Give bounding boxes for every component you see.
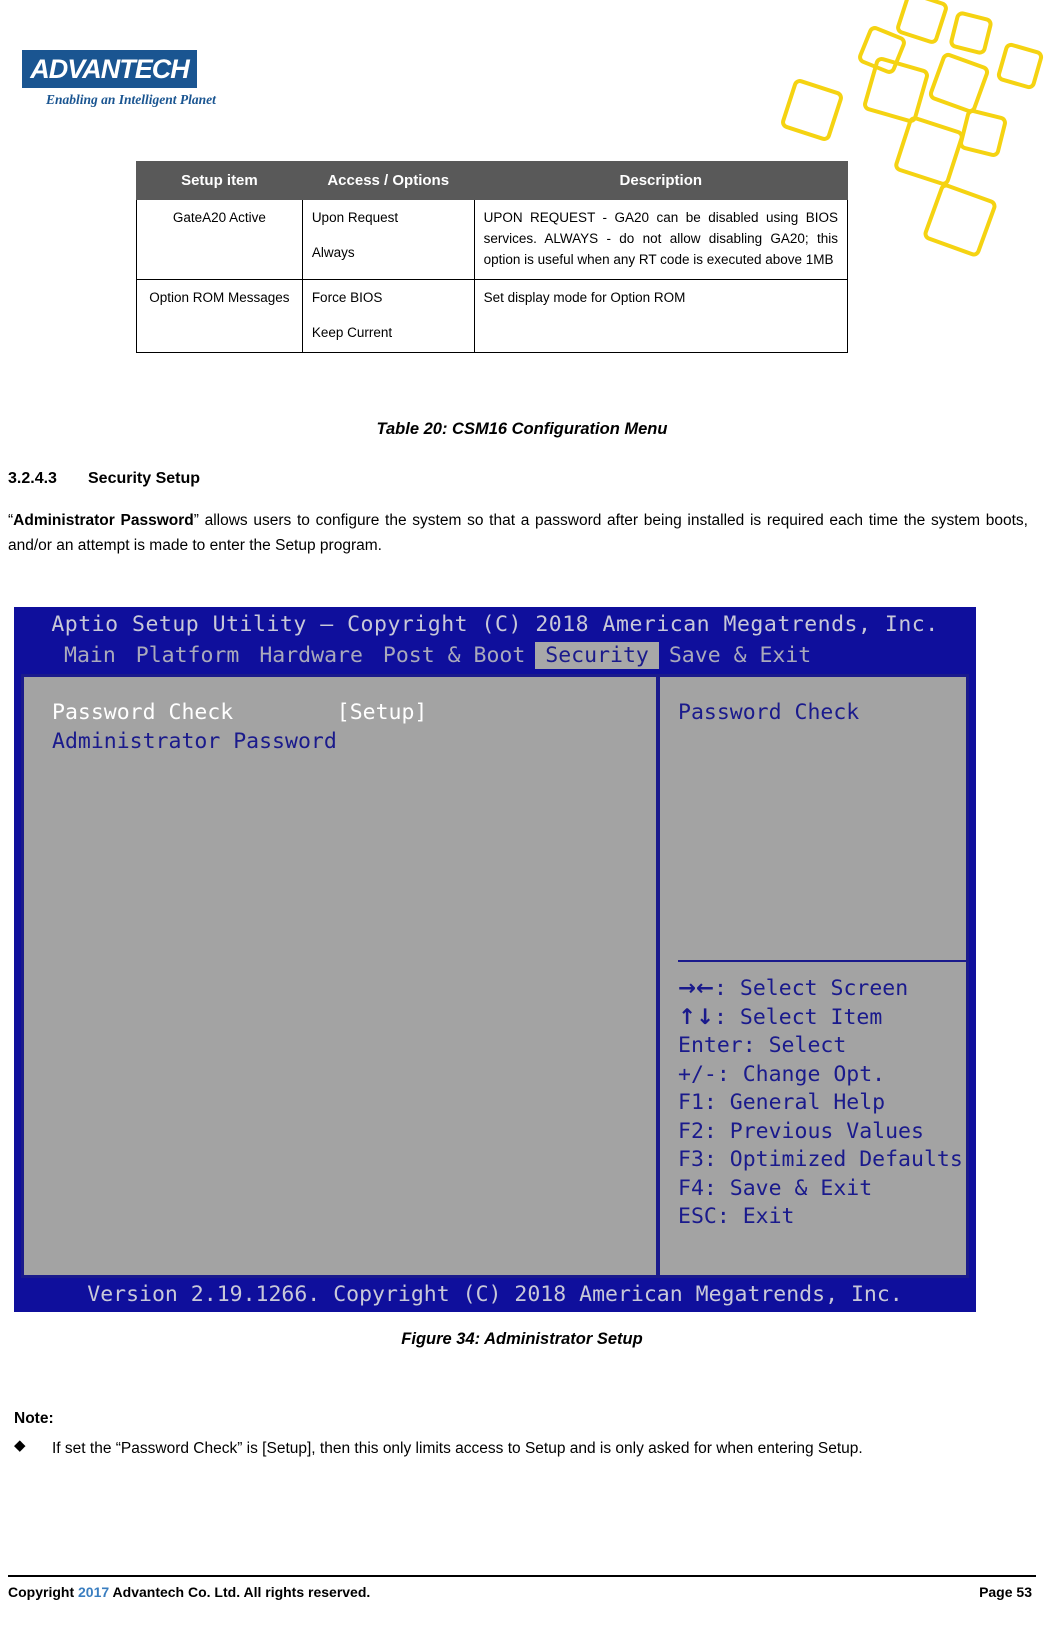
footer-divider <box>8 1575 1036 1577</box>
tab-platform[interactable]: Platform <box>126 642 250 669</box>
arrow-up-down-icon: ↑↓ <box>678 1004 715 1030</box>
setting-row-password-check[interactable]: Password Check [Setup] <box>52 700 427 725</box>
option-value: Force BIOS <box>311 289 383 305</box>
paragraph-bold-term: Administrator Password <box>13 512 194 529</box>
cell-description: UPON REQUEST - GA20 can be disabled usin… <box>473 199 849 280</box>
cell-access-options: Upon Request Always <box>301 199 475 280</box>
decor-square-icon <box>921 181 999 259</box>
table-row: Option ROM Messages Force BIOS Keep Curr… <box>136 278 849 353</box>
advantech-logo: ADVANTECH <box>22 50 197 88</box>
page-header: ADVANTECH Enabling an Intelligent Planet <box>0 0 1044 259</box>
note-text: If set the “Password Check” is [Setup], … <box>52 1440 863 1457</box>
table-header-setup-item: Setup item <box>136 161 303 200</box>
legend-enter-select: Enter: Select <box>678 1033 847 1058</box>
cell-description: Set display mode for Option ROM <box>473 278 849 353</box>
bios-setup-screenshot: Aptio Setup Utility – Copyright (C) 2018… <box>14 607 976 1312</box>
footer-year: 2017 <box>78 1584 110 1600</box>
advantech-tagline: Enabling an Intelligent Planet <box>46 92 216 107</box>
section-title: Security Setup <box>88 470 201 487</box>
setting-row-administrator-password[interactable]: Administrator Password <box>52 729 337 754</box>
cell-setup-item: GateA20 Active <box>136 199 303 280</box>
legend-save-and-exit: F4: Save & Exit <box>678 1175 873 1201</box>
decor-square-icon <box>947 9 995 57</box>
csm16-configuration-table: Setup item Access / Options Description … <box>136 161 849 353</box>
tab-hardware[interactable]: Hardware <box>249 642 373 669</box>
legend-optimized-defaults: F3: Optimized Defaults <box>678 1147 963 1172</box>
footer-page-number: Page 53 <box>979 1584 1032 1600</box>
tab-security[interactable]: Security <box>535 641 659 669</box>
section-paragraph: “Administrator Password” allows users to… <box>8 508 1028 558</box>
table-caption: Table 20: CSM16 Configuration Menu <box>376 420 668 438</box>
legend-select-screen: →←: Select Screen <box>678 975 963 1004</box>
cell-setup-item: Option ROM Messages <box>136 278 303 353</box>
bios-version-text: Version 2.19.1266. Copyright (C) 2018 Am… <box>87 1282 903 1307</box>
table-header-description: Description <box>473 161 849 200</box>
option-value: Upon Request <box>311 210 399 225</box>
table-header-row: Setup item Access / Options Description <box>136 161 849 200</box>
figure-caption: Figure 34: Administrator Setup <box>401 1330 643 1348</box>
legend-previous-values: F2: Previous Values <box>678 1118 924 1144</box>
legend-select-item: ↑↓: Select Item <box>678 1004 963 1033</box>
bios-content-area: Password Check [Setup] Administrator Pas… <box>21 674 969 1278</box>
diamond-bullet-icon: ◆ <box>14 1437 26 1454</box>
legend-change-opt: +/-: Change Opt. <box>678 1061 886 1087</box>
legend-select-item-text: : Select Item <box>714 1004 883 1030</box>
option-value: Keep Current <box>311 324 393 340</box>
legend-select-screen-text: : Select Screen <box>714 976 909 1001</box>
section-number: 3.2.4.3 <box>8 470 57 487</box>
help-panel-title: Password Check <box>678 700 860 725</box>
arrow-left-right-icon: →← <box>678 976 715 1001</box>
table-header-access-options: Access / Options <box>301 161 475 200</box>
note-label: Note: <box>14 1410 54 1427</box>
decor-square-icon <box>779 77 845 143</box>
option-value: Always <box>311 244 355 260</box>
table-row: GateA20 Active Upon Request Always UPON … <box>136 199 849 280</box>
help-panel-separator <box>678 960 966 962</box>
bios-title-bar: Aptio Setup Utility – Copyright (C) 2018… <box>51 612 939 637</box>
decor-square-icon <box>926 50 992 116</box>
section-heading: 3.2.4.3 Security Setup <box>8 470 200 488</box>
decor-square-icon <box>892 114 966 188</box>
tab-save-and-exit[interactable]: Save & Exit <box>659 642 821 669</box>
advantech-logo-text: ADVANTECH <box>30 54 190 84</box>
decor-square-icon <box>957 107 1009 159</box>
legend-general-help: F1: General Help <box>678 1090 886 1115</box>
tab-main[interactable]: Main <box>54 642 126 669</box>
footer-copyright-word: Copyright <box>8 1584 75 1600</box>
bios-key-legend: →←: Select Screen ↑↓: Select Item Enter:… <box>678 975 963 1232</box>
bios-footer-bar: Version 2.19.1266. Copyright (C) 2018 Am… <box>14 1278 976 1312</box>
footer-rights-text: Advantech Co. Ltd. All rights reserved. <box>112 1584 371 1600</box>
bios-settings-panel: Password Check [Setup] Administrator Pas… <box>24 677 656 1275</box>
legend-esc-exit: ESC: Exit <box>678 1204 795 1229</box>
bios-menu-bar: Main Platform Hardware Post & Boot Secur… <box>14 641 976 669</box>
bios-help-panel: Password Check →←: Select Screen ↑↓: Sel… <box>660 677 966 1275</box>
decor-square-icon <box>995 41 1044 91</box>
footer-copyright: Copyright 2017 Advantech Co. Ltd. All ri… <box>8 1584 370 1600</box>
tab-post-and-boot[interactable]: Post & Boot <box>373 642 535 669</box>
cell-access-options: Force BIOS Keep Current <box>301 278 475 353</box>
